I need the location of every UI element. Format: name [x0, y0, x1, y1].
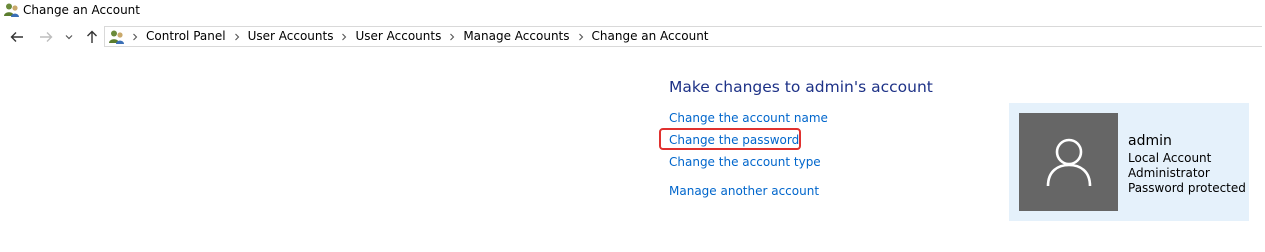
arrow-left-icon: [10, 32, 23, 42]
breadcrumb-control-panel[interactable]: Control Panel: [142, 27, 230, 46]
user-accounts-icon: [4, 3, 19, 17]
forward-button[interactable]: [37, 28, 55, 46]
account-role-label: Administrator: [1128, 166, 1210, 180]
manage-another-account-link[interactable]: Manage another account: [669, 183, 819, 199]
chevron-right-icon[interactable]: [574, 30, 588, 44]
chevron-down-icon: [65, 35, 73, 40]
user-icon: [1046, 138, 1091, 187]
highlight-box: [659, 128, 801, 150]
window-title: Change an Account: [23, 3, 140, 17]
breadcrumb-user-accounts-sub[interactable]: User Accounts: [351, 27, 445, 46]
chevron-right-icon[interactable]: [445, 30, 459, 44]
account-name: admin: [1128, 133, 1172, 149]
avatar: [1019, 113, 1118, 211]
user-accounts-icon: [109, 30, 124, 44]
page-heading: Make changes to admin's account: [669, 78, 933, 96]
breadcrumb-change-an-account[interactable]: Change an Account: [588, 27, 713, 46]
recent-locations-button[interactable]: [62, 28, 76, 46]
change-account-name-link[interactable]: Change the account name: [669, 110, 828, 126]
account-type-label: Local Account: [1128, 151, 1212, 165]
breadcrumb-manage-accounts[interactable]: Manage Accounts: [459, 27, 573, 46]
address-bar[interactable]: Control Panel User Accounts User Account…: [104, 26, 1262, 47]
title-bar: Change an Account: [0, 0, 1265, 22]
arrow-up-icon: [87, 30, 97, 43]
chevron-right-icon[interactable]: [230, 30, 244, 44]
account-panel: admin Local Account Administrator Passwo…: [1009, 103, 1249, 221]
account-password-status: Password protected: [1128, 181, 1246, 195]
chevron-right-icon[interactable]: [128, 30, 142, 44]
breadcrumb-user-accounts[interactable]: User Accounts: [244, 27, 338, 46]
change-account-type-link[interactable]: Change the account type: [669, 154, 821, 170]
arrow-right-icon: [40, 32, 53, 42]
chevron-right-icon[interactable]: [337, 30, 351, 44]
back-button[interactable]: [8, 28, 26, 46]
up-button[interactable]: [83, 28, 101, 46]
